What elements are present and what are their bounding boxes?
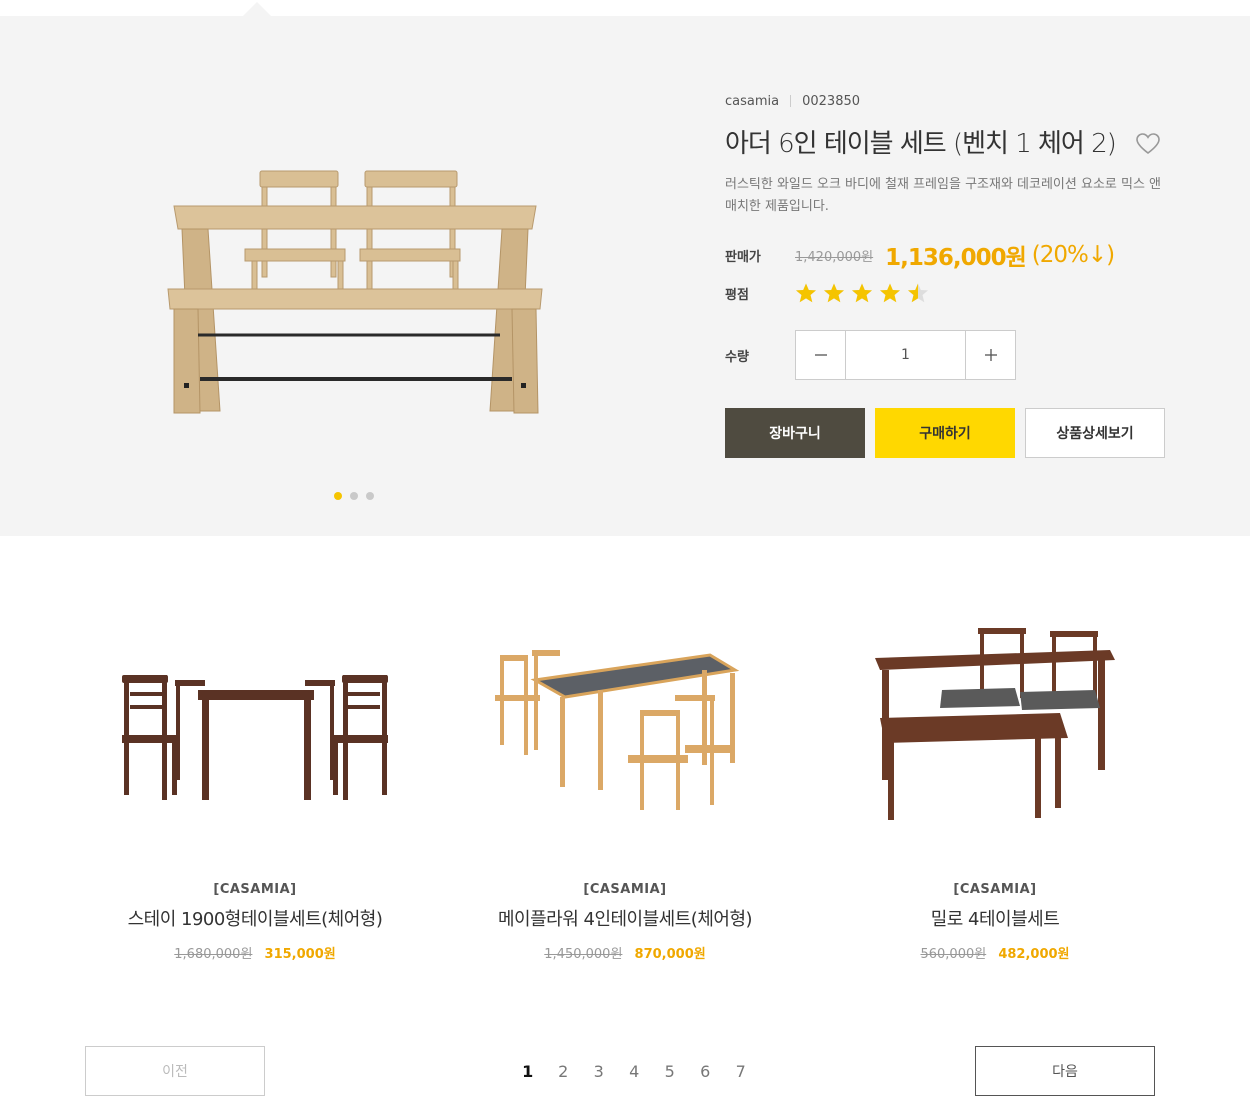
product-image-milo-table xyxy=(875,627,1115,820)
slide-dot-1[interactable] xyxy=(334,492,342,500)
heart-icon[interactable] xyxy=(1135,132,1161,156)
slide-dot-3[interactable] xyxy=(366,492,374,500)
plus-button[interactable] xyxy=(966,331,1015,379)
product-original-price: 1,680,000원 xyxy=(174,947,253,962)
prev-button[interactable]: 이전 xyxy=(85,1046,265,1096)
slide-indicator xyxy=(334,492,374,500)
page-number-6[interactable]: 6 xyxy=(688,1062,724,1081)
product-brand: [CASAMIA] xyxy=(213,882,297,897)
quantity-row: 수량 1 xyxy=(725,330,1165,380)
star-icon xyxy=(852,283,872,303)
star-icon xyxy=(796,283,816,303)
buy-button[interactable]: 구매하기 xyxy=(875,408,1015,458)
quantity-input[interactable]: 1 xyxy=(845,331,966,379)
product-sale-price: 315,000원 xyxy=(264,947,336,962)
page-number-3[interactable]: 3 xyxy=(581,1062,617,1081)
product-prices: 1,680,000원 315,000원 xyxy=(70,943,440,962)
action-buttons: 장바구니 구매하기 상품상세보기 xyxy=(725,408,1165,458)
product-card[interactable]: [CASAMIA] 스테이 1900형테이블세트(체어형) 1,680,000원… xyxy=(70,600,440,962)
product-original-price: 1,450,000원 xyxy=(544,947,623,962)
rating-row: 평점 xyxy=(725,278,1165,308)
top-strip xyxy=(0,0,1250,16)
product-code: 0023850 xyxy=(802,93,861,109)
product-info: casamia 0023850 아더 6인 테이블 세트 (벤치 1 체어 2)… xyxy=(725,90,1165,458)
page-number-7[interactable]: 7 xyxy=(723,1062,759,1081)
product-prices: 1,450,000원 870,000원 xyxy=(440,943,810,962)
page-numbers: 1234567 xyxy=(510,1046,759,1096)
product-description: 러스틱한 와일드 오크 바디에 철재 프레임을 구조재와 데코레이션 요소로 믹… xyxy=(725,177,1162,214)
tab-pointer xyxy=(243,2,271,16)
page-number-2[interactable]: 2 xyxy=(546,1062,582,1081)
minus-button[interactable] xyxy=(796,331,845,379)
product-brand: [CASAMIA] xyxy=(583,882,667,897)
page-number-5[interactable]: 5 xyxy=(652,1062,688,1081)
rating-label: 평점 xyxy=(725,287,749,303)
product-meta: casamia 0023850 xyxy=(725,90,1165,112)
product-image-table-set[interactable] xyxy=(160,151,550,421)
price-label: 판매가 xyxy=(725,249,761,265)
title-row: 아더 6인 테이블 세트 (벤치 1 체어 2) xyxy=(725,126,1165,162)
product-thumbnail[interactable] xyxy=(810,600,1180,850)
page-number-4[interactable]: 4 xyxy=(617,1062,653,1081)
product-original-price: 560,000원 xyxy=(920,947,987,962)
related-products: [CASAMIA] 스테이 1900형테이블세트(체어형) 1,680,000원… xyxy=(70,600,1180,962)
product-card[interactable]: [CASAMIA] 밀로 4테이블세트 560,000원 482,000원 xyxy=(810,600,1180,962)
product-title: 아더 6인 테이블 세트 (벤치 1 체어 2) xyxy=(725,129,1117,159)
original-price: 1,420,000원 xyxy=(795,249,874,265)
star-icon xyxy=(824,283,844,303)
next-button[interactable]: 다음 xyxy=(975,1046,1155,1096)
star-icon xyxy=(880,283,900,303)
quantity-label: 수량 xyxy=(725,349,749,365)
product-name[interactable]: 메이플라워 4인테이블세트(체어형) xyxy=(440,905,810,931)
product-name[interactable]: 밀로 4테이블세트 xyxy=(810,905,1180,931)
product-name[interactable]: 스테이 1900형테이블세트(체어형) xyxy=(70,905,440,931)
slide-dot-2[interactable] xyxy=(350,492,358,500)
product-thumbnail[interactable] xyxy=(440,600,810,850)
sale-price: 1,136,000원 xyxy=(885,245,1027,271)
product-sale-price: 482,000원 xyxy=(998,947,1070,962)
pagination: 이전 1234567 다음 xyxy=(85,1046,1155,1096)
plus-icon xyxy=(984,349,997,361)
minus-icon xyxy=(814,354,827,356)
product-prices: 560,000원 482,000원 xyxy=(810,943,1180,962)
price-row: 판매가 1,420,000원 1,136,000원 (20%↓) xyxy=(725,240,1165,271)
product-sale-price: 870,000원 xyxy=(634,947,706,962)
page-number-1[interactable]: 1 xyxy=(510,1062,546,1081)
brand-name[interactable]: casamia xyxy=(725,94,779,109)
quantity-stepper: 1 xyxy=(795,330,1016,380)
product-image-stay-table xyxy=(122,675,388,800)
meta-divider xyxy=(790,95,792,107)
discount-rate: (20%↓) xyxy=(1031,242,1115,268)
cart-button[interactable]: 장바구니 xyxy=(725,408,865,458)
star-icon xyxy=(908,283,928,303)
product-image-mayflower-table xyxy=(495,650,740,810)
product-card[interactable]: [CASAMIA] 메이플라워 4인테이블세트(체어형) 1,450,000원 … xyxy=(440,600,810,962)
product-thumbnail[interactable] xyxy=(70,600,440,850)
product-brand: [CASAMIA] xyxy=(953,882,1037,897)
detail-button[interactable]: 상품상세보기 xyxy=(1025,408,1165,458)
rating-stars xyxy=(795,282,929,304)
